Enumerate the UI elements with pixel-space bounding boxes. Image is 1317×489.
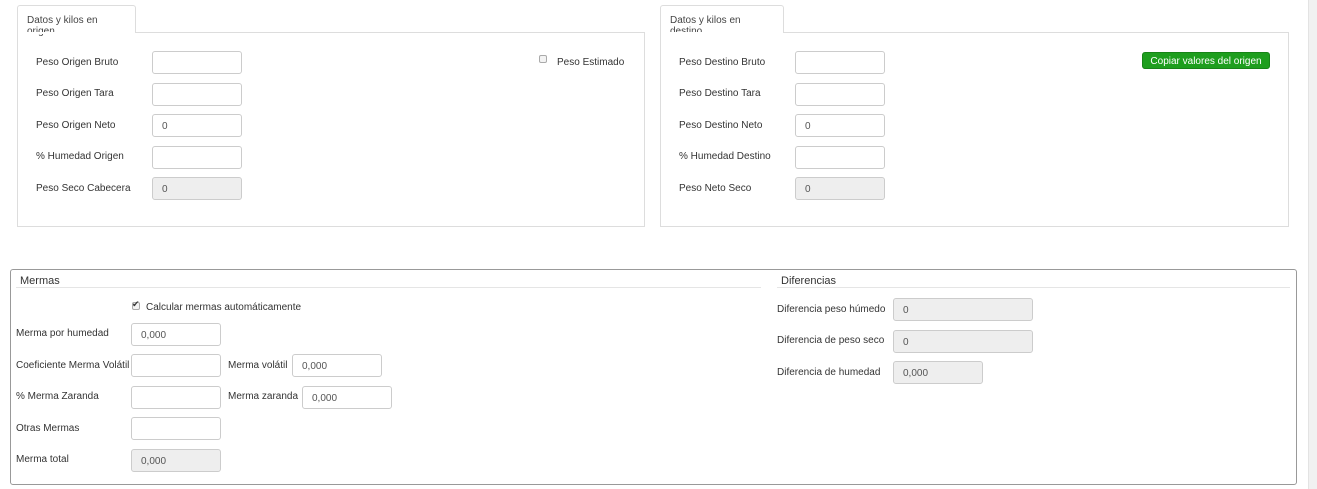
merma-total-label: Merma total [16, 454, 69, 465]
diferencia-humedo-input: 0 [893, 298, 1033, 321]
otras-mermas-label: Otras Mermas [16, 423, 80, 434]
origen-humedad-input[interactable] [152, 146, 242, 169]
merma-humedad-input[interactable]: 0,000 [131, 323, 221, 346]
coef-merma-volatil-input[interactable] [131, 354, 221, 377]
diferencias-divider [777, 287, 1290, 288]
tab-destino[interactable]: Datos y kilos en destino [660, 5, 784, 37]
destino-seco-label: Peso Neto Seco [679, 183, 752, 194]
destino-neto-label: Peso Destino Neto [679, 120, 763, 131]
origen-humedad-label: % Humedad Origen [36, 151, 124, 162]
destino-neto-input[interactable]: 0 [795, 114, 885, 137]
destino-bruto-input[interactable] [795, 51, 885, 74]
destino-humedad-input[interactable] [795, 146, 885, 169]
calcular-mermas-checkbox[interactable] [132, 299, 140, 310]
mermas-divider [16, 287, 761, 288]
pct-merma-zaranda-input[interactable] [131, 386, 221, 409]
diferencia-seco-label: Diferencia de peso seco [777, 335, 885, 346]
peso-estimado-checkbox[interactable] [539, 55, 547, 63]
destino-bruto-label: Peso Destino Bruto [679, 57, 766, 68]
origen-neto-input[interactable]: 0 [152, 114, 242, 137]
origen-seco-input: 0 [152, 177, 242, 200]
merma-total-input: 0,000 [131, 449, 221, 472]
peso-estimado-label: Peso Estimado [557, 57, 625, 68]
diferencia-humedo-label: Diferencia peso húmedo [777, 304, 886, 315]
destino-seco-input: 0 [795, 177, 885, 200]
coef-merma-volatil-label: Coeficiente Merma Volátil [16, 360, 130, 371]
vertical-scrollbar[interactable] [1308, 0, 1317, 489]
tab-origen[interactable]: Datos y kilos en origen [17, 5, 136, 37]
origen-seco-label: Peso Seco Cabecera [36, 183, 131, 194]
calcular-mermas-label: Calcular mermas automáticamente [146, 302, 302, 313]
merma-volatil-input[interactable]: 0,000 [292, 354, 382, 377]
mermas-title: Mermas [20, 275, 60, 287]
diferencias-title: Diferencias [781, 275, 837, 287]
merma-zaranda-label: Merma zaranda [228, 391, 299, 402]
tab-origen-join [18, 32, 135, 34]
destino-tara-input[interactable] [795, 83, 885, 106]
copy-origin-button[interactable]: Copiar valores del origen [1142, 52, 1270, 69]
diferencia-humedad-input: 0,000 [893, 361, 983, 384]
otras-mermas-input[interactable] [131, 417, 221, 440]
pct-merma-zaranda-label: % Merma Zaranda [16, 391, 99, 402]
tab-destino-join [661, 32, 783, 34]
origen-tara-label: Peso Origen Tara [36, 88, 114, 99]
merma-zaranda-input[interactable]: 0,000 [302, 386, 392, 409]
merma-humedad-label: Merma por humedad [16, 328, 109, 339]
origen-bruto-input[interactable] [152, 51, 242, 74]
origen-tara-input[interactable] [152, 83, 242, 106]
origen-neto-label: Peso Origen Neto [36, 120, 116, 131]
diferencia-seco-input: 0 [893, 330, 1033, 353]
destino-humedad-label: % Humedad Destino [679, 151, 771, 162]
merma-volatil-label: Merma volátil [228, 360, 288, 371]
diferencia-humedad-label: Diferencia de humedad [777, 367, 881, 378]
origen-bruto-label: Peso Origen Bruto [36, 57, 119, 68]
destino-tara-label: Peso Destino Tara [679, 88, 761, 99]
